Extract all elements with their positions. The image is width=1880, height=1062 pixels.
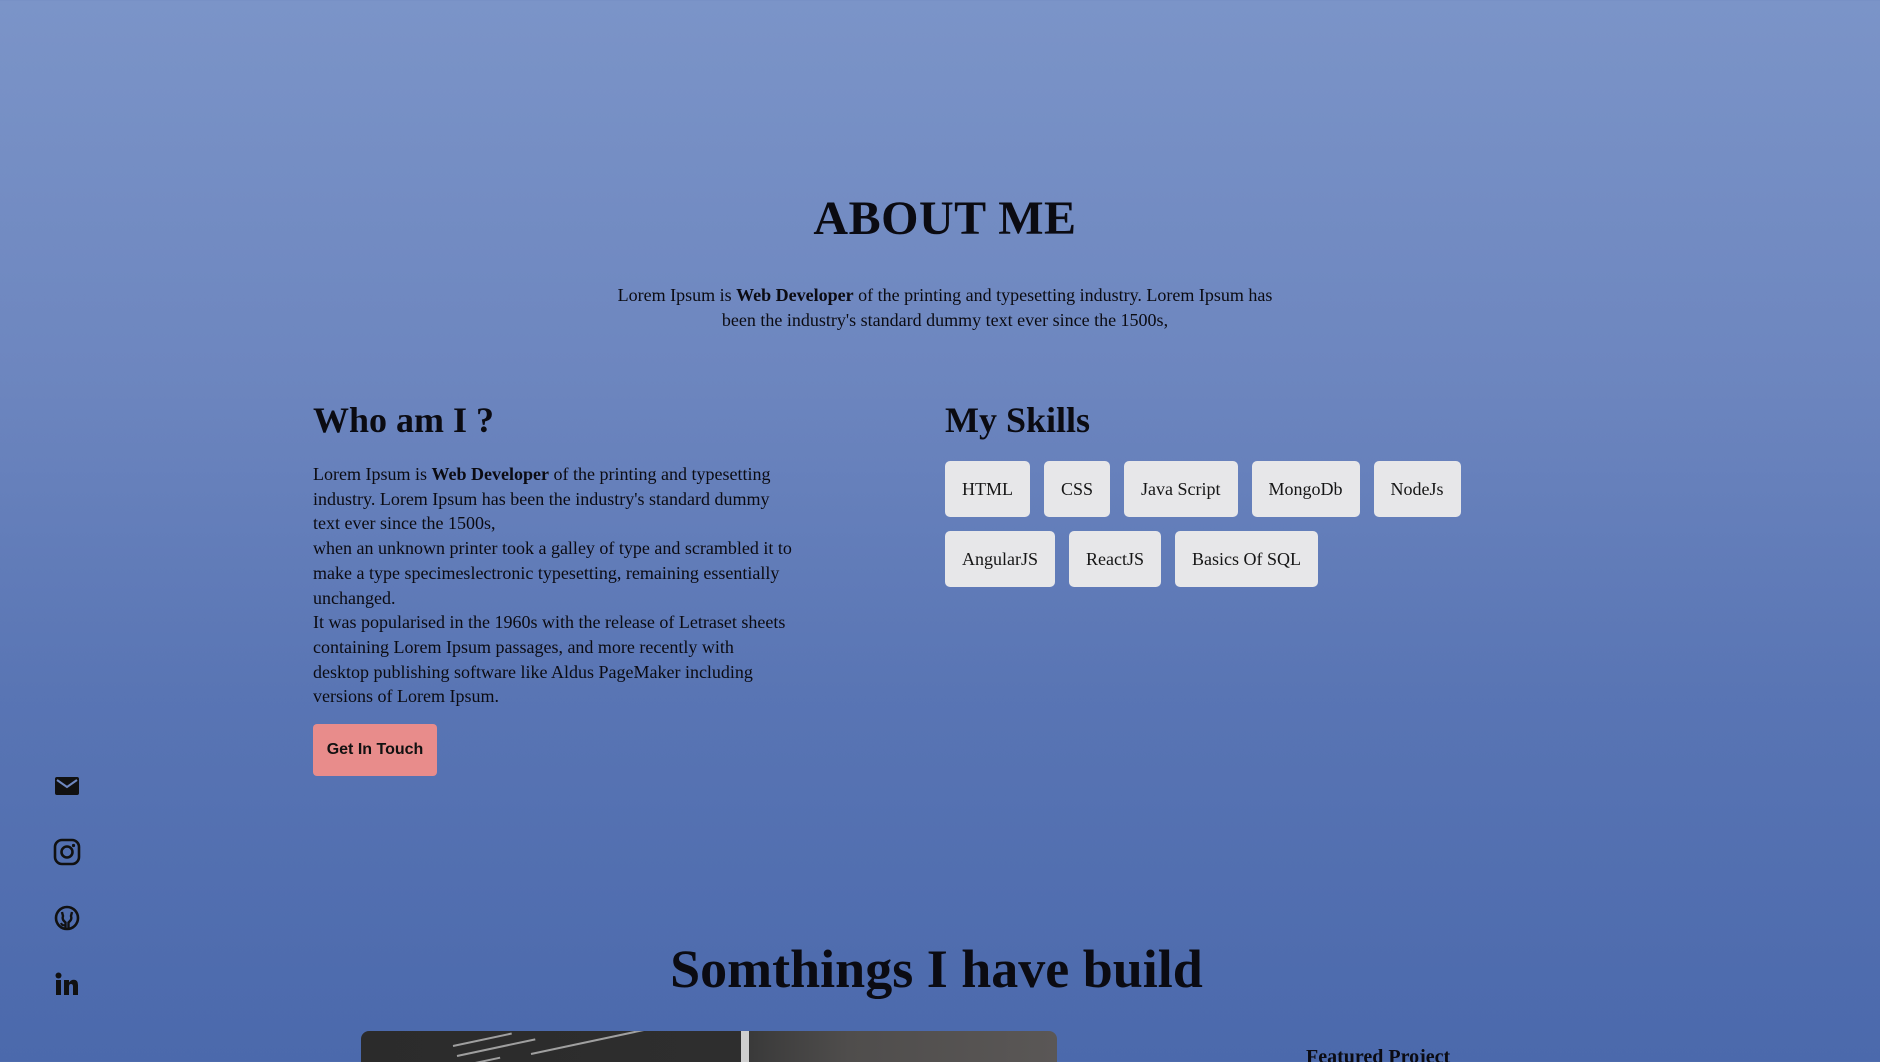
who-p1-role: Web Developer: [431, 464, 549, 484]
skill-chip: Basics Of SQL: [1175, 531, 1318, 587]
who-am-i-heading: Who am I ?: [313, 400, 495, 440]
who-paragraph-2: when an unknown printer took a galley of…: [313, 538, 792, 608]
skill-chip: ReactJS: [1069, 531, 1161, 587]
about-lead-prefix: Lorem Ipsum is: [617, 285, 737, 305]
github-icon[interactable]: [52, 903, 82, 933]
mail-icon[interactable]: [52, 771, 82, 801]
skill-chip: MongoDb: [1251, 461, 1360, 517]
skill-chip: Java Script: [1124, 461, 1238, 517]
who-paragraph-3: It was popularised in the 1960s with the…: [313, 612, 786, 707]
instagram-icon-glyph: [53, 838, 81, 866]
about-lead: Lorem Ipsum is Web Developer of the prin…: [615, 283, 1275, 333]
thumbnail-detail: [530, 1031, 649, 1055]
get-in-touch-button[interactable]: Get In Touch: [313, 724, 437, 776]
thumbnail-laptop-edge: [741, 1031, 749, 1062]
instagram-icon[interactable]: [52, 837, 82, 867]
skill-chip: HTML: [945, 461, 1030, 517]
who-paragraph-1: Lorem Ipsum is Web Developer of the prin…: [313, 462, 793, 536]
skill-chip: AngularJS: [945, 531, 1055, 587]
skill-chip: NodeJs: [1373, 461, 1461, 517]
projects-heading: Somthings I have build: [670, 939, 1203, 999]
mail-icon-glyph: [55, 777, 79, 795]
my-skills-heading: My Skills: [945, 400, 1091, 440]
skill-chip: CSS: [1044, 461, 1111, 517]
thumbnail-detail: [460, 1056, 501, 1062]
project-thumbnail[interactable]: [361, 1031, 1057, 1062]
github-icon-glyph: [54, 905, 80, 931]
featured-project-label: Featured Project: [1306, 1046, 1451, 1062]
who-am-i-text: Lorem Ipsum is Web Developer of the prin…: [313, 462, 793, 709]
who-p1-prefix: Lorem Ipsum is: [313, 464, 432, 484]
skills-row: HTML CSS Java Script MongoDb NodeJs: [945, 461, 1505, 517]
about-lead-role: Web Developer: [736, 285, 854, 305]
skills-row: AngularJS ReactJS Basics Of SQL: [945, 531, 1505, 587]
about-title: ABOUT ME: [813, 192, 1077, 245]
skills-list: HTML CSS Java Script MongoDb NodeJs Angu…: [945, 461, 1505, 601]
